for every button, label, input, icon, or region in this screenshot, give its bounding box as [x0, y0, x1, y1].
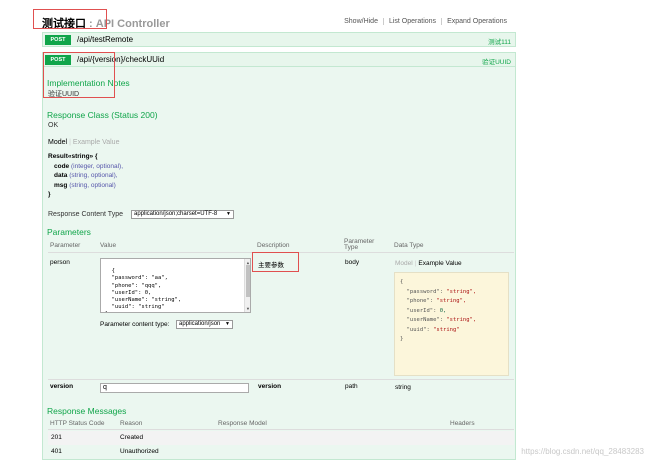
reason-created: Created [120, 434, 144, 441]
param-type-person: body [345, 259, 360, 266]
status-code-201: 201 [51, 434, 62, 441]
col-description: Description [257, 242, 290, 249]
status-code-401: 401 [51, 448, 62, 455]
param-row-divider [48, 379, 514, 380]
annotation-box-description [252, 252, 299, 272]
col-data-type: Data Type [394, 242, 424, 249]
chevron-down-icon: ▼ [226, 211, 231, 217]
watermark: https://blog.csdn.net/qq_28483283 [521, 447, 644, 456]
table-row: 401 Unauthorized [48, 445, 514, 459]
param-name-version: version [50, 383, 74, 390]
response-model-signature: Result«string» { code (integer, optional… [48, 153, 124, 198]
textarea-scrollbar[interactable]: ▲ ▼ [244, 259, 250, 312]
operation-path[interactable]: /api/testRemote [77, 35, 133, 44]
list-operations-link[interactable]: List Operations [382, 18, 441, 25]
response-messages-heading: Response Messages [47, 406, 127, 416]
show-hide-link[interactable]: Show/Hide [339, 18, 383, 25]
header-links: Show/Hide List Operations Expand Operati… [339, 18, 512, 25]
version-input[interactable]: q [100, 383, 249, 393]
operation-summary[interactable]: 验证UUID [482, 56, 511, 66]
model-tab[interactable]: Model [48, 139, 67, 146]
operation-test-remote[interactable]: POST /api/testRemote 测试111 [42, 32, 516, 47]
chevron-down-icon: ▼ [225, 321, 230, 327]
param-name-person: person [50, 259, 70, 266]
expand-operations-link[interactable]: Expand Operations [441, 18, 512, 25]
col-parameter-type: Parameter Type [344, 238, 375, 251]
annotation-box-title [33, 9, 107, 29]
col-parameter: Parameter [50, 242, 81, 249]
response-status-text: OK [48, 122, 59, 129]
col-http-status-code: HTTP Status Code [50, 420, 105, 427]
param-description-version: version [258, 383, 282, 390]
post-method-badge: POST [45, 35, 71, 45]
response-content-type-select[interactable]: application/json;charset=UTF-8 ▼ [131, 210, 234, 219]
data-type-example-box[interactable]: { "password": "string", "phone": "string… [394, 272, 509, 376]
param-type-version: path [345, 383, 358, 390]
api-controller-header: 测试接口 : API Controller Show/Hide List Ope… [38, 10, 514, 32]
parameters-heading: Parameters [47, 227, 91, 237]
parameter-content-type-select[interactable]: application/json ▼ [176, 320, 233, 329]
col-value: Value [100, 242, 117, 249]
parameter-content-type-label: Parameter content type: [100, 321, 170, 328]
data-type-tabs: Model | Example Value [395, 260, 462, 267]
person-body-textarea[interactable]: { "password": "aa", "phone": "qqq", "use… [100, 258, 251, 313]
col-response-model: Response Model [218, 420, 267, 427]
example-value-tab[interactable]: Example Value [73, 139, 120, 146]
table-row: 201 Created [48, 431, 514, 445]
reason-unauthorized: Unauthorized [120, 448, 159, 455]
scroll-down-icon[interactable]: ▼ [245, 305, 250, 312]
data-type-version: string [395, 384, 411, 391]
response-model-tabs: Model | Example Value [48, 139, 120, 146]
response-content-type-label: Response Content Type [48, 211, 123, 218]
response-class-heading: Response Class (Status 200) [47, 110, 158, 120]
col-headers: Headers [450, 420, 475, 427]
data-type-model-tab[interactable]: Model [395, 260, 413, 267]
col-reason: Reason [120, 420, 143, 427]
scrollbar-thumb[interactable] [246, 265, 250, 297]
annotation-box-notes [43, 52, 115, 98]
data-type-example-tab[interactable]: Example Value [418, 260, 461, 267]
operation-summary[interactable]: 测试111 [488, 36, 511, 46]
resp-header-divider [48, 429, 514, 430]
